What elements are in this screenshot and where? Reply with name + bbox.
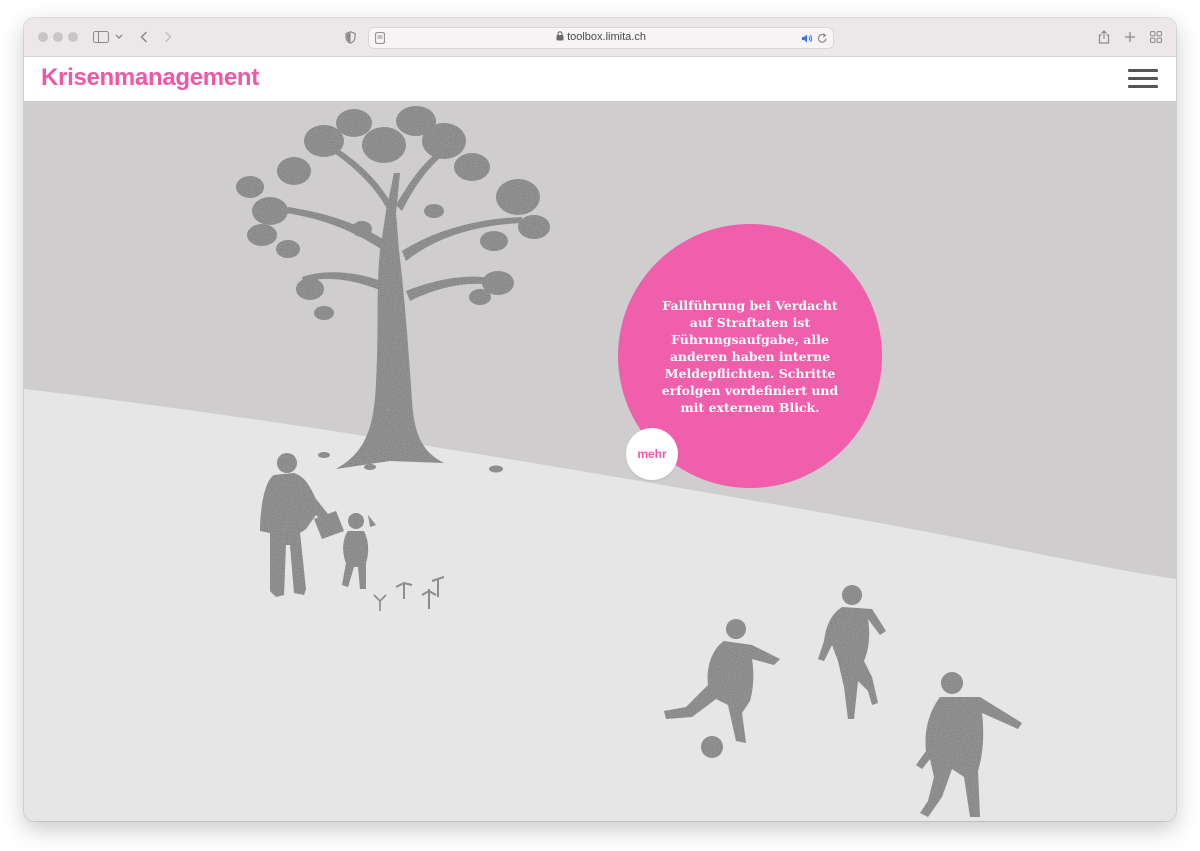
close-window-button[interactable] [38,32,48,42]
hero-illustration [24,101,1176,821]
back-icon[interactable] [136,27,152,47]
hero-scene: Fallführung bei Verdacht auf Straftaten … [24,101,1176,821]
forward-icon[interactable] [160,27,176,47]
share-icon[interactable] [1096,27,1112,47]
new-tab-icon[interactable] [1122,27,1138,47]
browser-window: toolbox.limita.ch Krisenmanagement Fallf… [24,18,1176,821]
minimize-window-button[interactable] [53,32,63,42]
sidebar-icon[interactable] [92,27,110,47]
url-display: toolbox.limita.ch [369,31,833,44]
zoom-window-button[interactable] [68,32,78,42]
address-bar[interactable]: toolbox.limita.ch [368,27,834,49]
site-header: Krisenmanagement [24,57,1176,101]
info-bubble-text: Fallführung bei Verdacht auf Straftaten … [661,297,839,415]
tab-overview-icon[interactable] [1148,27,1164,47]
more-button[interactable]: mehr [626,428,678,480]
reload-icon[interactable] [817,31,828,49]
chevron-down-icon[interactable] [114,27,124,47]
shield-icon[interactable] [342,27,358,47]
audio-icon[interactable] [801,31,813,49]
url-text: toolbox.limita.ch [567,31,646,43]
lock-icon [556,31,564,44]
site-title[interactable]: Krisenmanagement [41,64,259,92]
hamburger-menu-icon[interactable] [1128,69,1158,89]
browser-titlebar: toolbox.limita.ch [24,18,1176,57]
